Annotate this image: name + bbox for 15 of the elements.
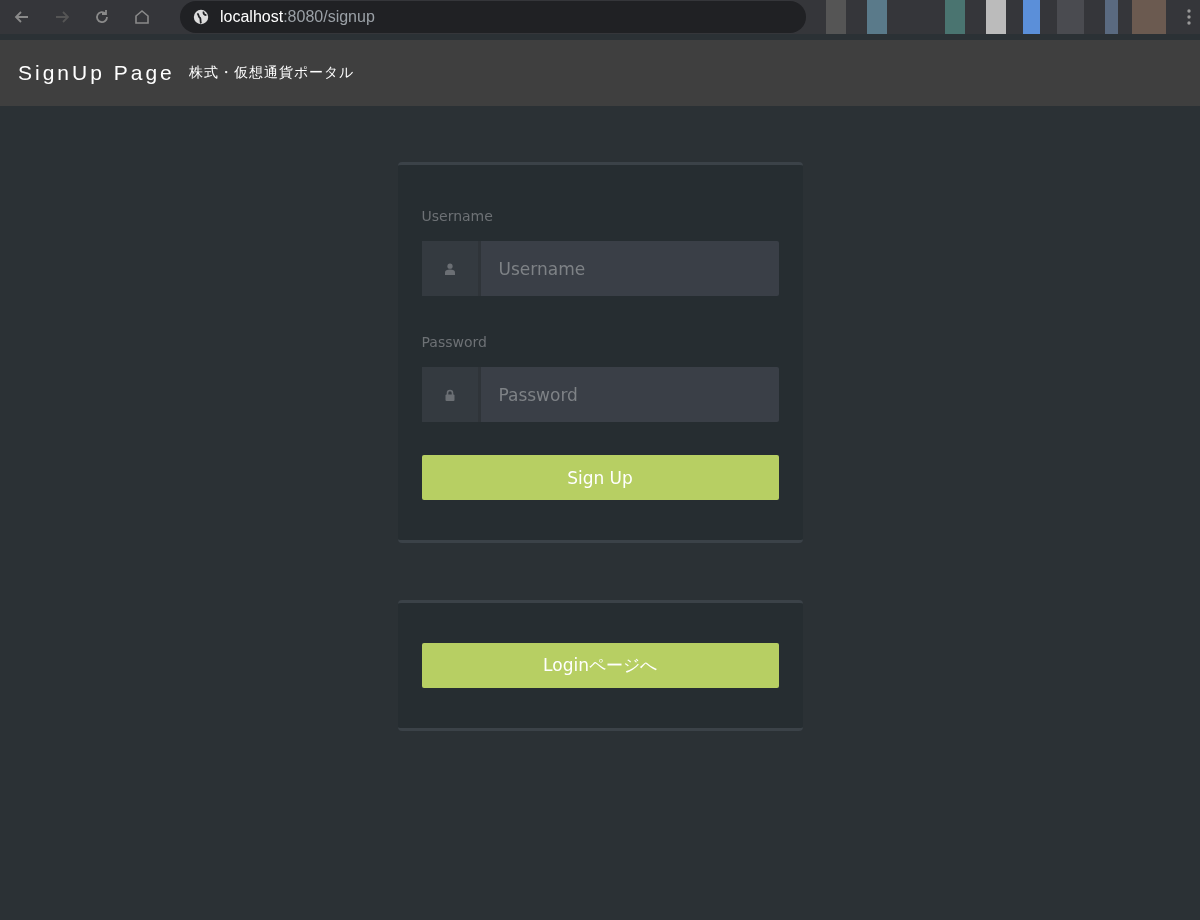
lock-icon <box>444 388 455 401</box>
input-field[interactable]: Username <box>480 241 779 296</box>
home-icon[interactable] <box>132 7 152 27</box>
login-page-button[interactable]: Loginページへ <box>421 643 779 688</box>
page-subtitle: 株式・仮想通貨ポータル <box>188 64 354 82</box>
sign-up-button[interactable]: Sign Up <box>421 455 779 500</box>
field-label: Password <box>421 334 488 350</box>
user-icon <box>443 262 456 275</box>
field-label: Username <box>421 208 494 224</box>
globe-icon <box>192 8 210 26</box>
address-bar[interactable]: localhost:8080/signup <box>180 1 806 33</box>
url-text: localhost:8080/signup <box>220 8 375 26</box>
menu-icon[interactable] <box>1186 7 1192 27</box>
page-title: SignUp Page <box>18 61 175 85</box>
input-field[interactable]: Password <box>480 367 779 422</box>
